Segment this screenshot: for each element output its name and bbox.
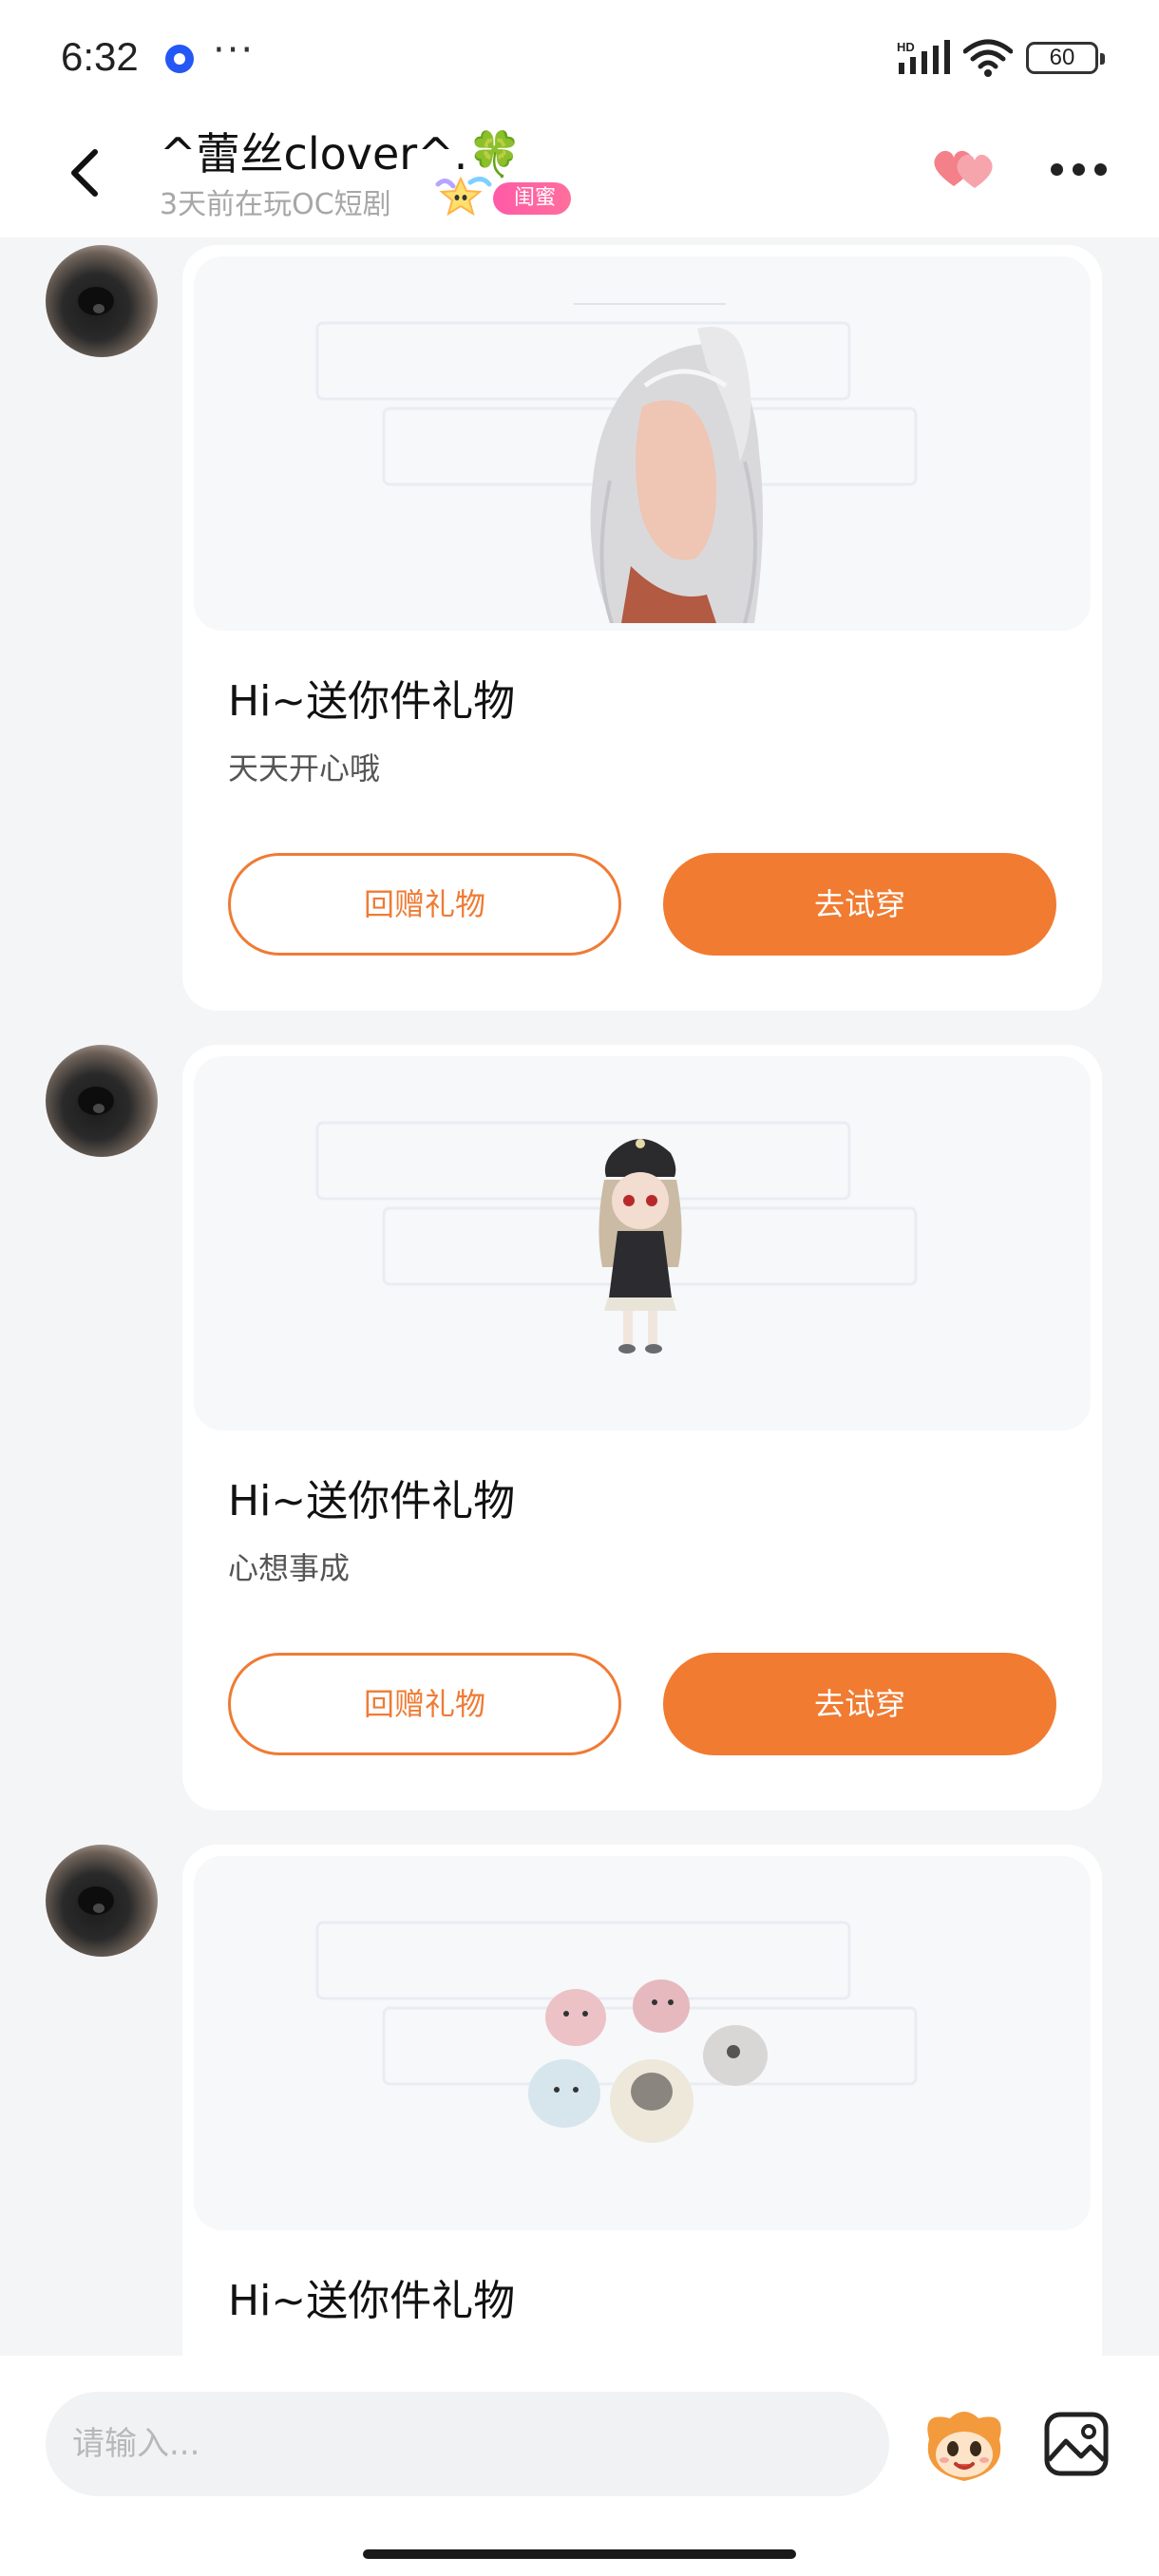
signal-icon: HD (897, 40, 950, 74)
gift-message: Hi~送你件礼物 心想事成 回赠礼物 去试穿 (0, 1045, 1159, 1810)
sender-avatar[interactable] (46, 245, 158, 357)
try-on-button[interactable]: 去试穿 (663, 1653, 1056, 1755)
message-input[interactable] (46, 2392, 889, 2496)
gift-hair-ponytail-icon (590, 327, 763, 623)
try-on-button[interactable]: 去试穿 (663, 853, 1056, 956)
gift-chicks-pets-icon (528, 1979, 768, 2143)
chat-activity-status: 3天前在玩OC短剧 (160, 188, 391, 221)
chat-page: 6:32 ··· HD 60 ^蕾丝clover^.🍀 3天前在玩OC短剧 闺蜜 (0, 0, 1159, 2576)
sender-avatar[interactable] (46, 1845, 158, 1957)
more-dots-icon[interactable] (1051, 160, 1108, 179)
chat-header: ^蕾丝clover^.🍀 3天前在玩OC短剧 闺蜜 (0, 114, 1159, 237)
wifi-icon (963, 39, 1013, 77)
gift-message: Hi~送你件礼物 天天开心哦 回赠礼物 去试穿 (0, 245, 1159, 1011)
image-picker-icon[interactable] (1043, 2411, 1110, 2477)
gift-preview[interactable] (194, 1856, 1091, 2230)
star-character-icon (435, 176, 492, 217)
return-gift-button[interactable]: 回赠礼物 (228, 1653, 621, 1755)
gift-preview[interactable] (194, 1056, 1091, 1430)
chat-contact-name: ^蕾丝clover^.🍀 (160, 128, 522, 180)
gift-title: Hi~送你件礼物 (228, 677, 516, 726)
back-chevron-icon[interactable] (57, 139, 114, 207)
status-more-icon: ··· (213, 28, 256, 72)
gift-card[interactable]: Hi~送你件礼物 心想事成 回赠礼物 去试穿 (182, 1045, 1102, 1810)
home-indicator[interactable] (363, 2549, 796, 2559)
chat-input-bar (0, 2356, 1159, 2576)
gift-doll-outfit-icon (598, 1139, 682, 1354)
double-heart-icon[interactable] (929, 139, 1001, 196)
app-notification-icon (165, 45, 194, 73)
relationship-badge: 闺蜜 (432, 175, 582, 218)
battery-indicator: 60 (1026, 42, 1105, 74)
gift-preview[interactable] (194, 256, 1091, 631)
gift-title: Hi~送你件礼物 (228, 1477, 516, 1525)
status-time: 6:32 (61, 34, 139, 79)
return-gift-button[interactable]: 回赠礼物 (228, 853, 621, 956)
gift-title: Hi~送你件礼物 (228, 2277, 516, 2325)
gift-note: 心想事成 (228, 1550, 351, 1586)
network-label: HD (897, 40, 915, 54)
status-bar: 6:32 ··· HD 60 (0, 0, 1159, 114)
mascot-face-icon[interactable] (922, 2405, 1007, 2485)
sender-avatar[interactable] (46, 1045, 158, 1157)
gift-message: Hi~送你件礼物 (0, 1845, 1159, 2576)
gift-card[interactable]: Hi~送你件礼物 天天开心哦 回赠礼物 去试穿 (182, 245, 1102, 1011)
gift-note: 天天开心哦 (228, 750, 381, 786)
